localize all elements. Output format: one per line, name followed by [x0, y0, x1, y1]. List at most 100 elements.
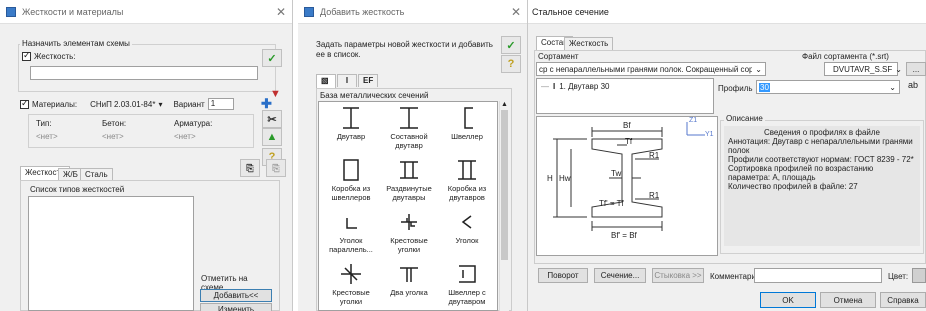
axis-z1: Z1	[689, 117, 698, 124]
stiffness-field[interactable]	[30, 66, 258, 80]
scissors-button[interactable]: ✂	[262, 110, 282, 128]
section-item-label: Раздвинутые двутавры	[386, 184, 432, 202]
help-button[interactable]: ?	[501, 55, 521, 73]
comment-field[interactable]	[754, 268, 882, 283]
tab-ef[interactable]: EF	[358, 74, 378, 87]
scroll-up-icon[interactable]: ▲	[500, 101, 509, 108]
list-label: Список типов жесткостей	[30, 185, 125, 194]
tree-item[interactable]: — I 1. Двутавр 30	[537, 79, 713, 94]
section-item[interactable]: Крестовые уголки	[381, 210, 437, 266]
section-grid: Двутавр Составной двутавр Швеллер Коробка и…	[318, 101, 498, 311]
sortament-select[interactable]: ср с непараллельными гранями полок. Сокр…	[536, 62, 766, 76]
dim-h: H	[547, 174, 553, 183]
angle-parallel-icon	[346, 218, 357, 229]
box-i-beams-icon	[458, 160, 476, 180]
variant-spin[interactable]: 1	[207, 98, 234, 110]
cross-angles-2-icon	[341, 264, 361, 284]
section-item-label: Швеллер	[451, 132, 483, 141]
stiffness-materials-window: Жесткости и материалы ✕ Назначить элемен…	[0, 0, 293, 311]
search-profile-icon[interactable]: ab	[908, 80, 918, 90]
title-bar: Стальное сечение	[528, 0, 926, 24]
rotate-button[interactable]: Поворот	[538, 268, 588, 283]
description-box: Сведения о профилях в файле Аннотация: Д…	[724, 126, 920, 246]
col-type: Тип:	[36, 119, 52, 128]
file-value: DVUTAVR_S.SF	[833, 64, 893, 74]
window-title: Добавить жесткость	[320, 6, 405, 17]
val-concrete: <нет>	[102, 132, 124, 141]
chevron-down-icon[interactable]: ▾	[158, 100, 162, 109]
channel-icon	[464, 107, 473, 129]
materials-checkbox[interactable]	[20, 98, 29, 109]
material-table-values: <нет> <нет> <нет>	[36, 132, 246, 141]
chevron-down-icon: ⌄	[889, 82, 896, 92]
section-button[interactable]: Сечение...	[594, 268, 646, 283]
two-angles-icon	[400, 267, 418, 282]
profile-label: Профиль	[718, 84, 753, 93]
paste-button[interactable]: ⎘	[266, 159, 286, 177]
tab-metal[interactable]: I	[337, 74, 357, 87]
section-item-label: Два уголка	[390, 288, 428, 297]
section-item[interactable]: Швеллер	[439, 106, 495, 162]
copy-button[interactable]: ⎘	[240, 159, 260, 177]
i-beam-icon: I	[553, 82, 556, 91]
add-button[interactable]: Добавить<<	[200, 289, 272, 302]
scroll-thumb[interactable]	[501, 110, 508, 260]
cross-angles-icon	[401, 214, 417, 230]
mark-on-scheme-button[interactable]: Отметить на схеме	[200, 274, 272, 292]
file-select[interactable]: DVUTAVR_S.SF ⌄	[824, 62, 902, 76]
section-item[interactable]: Швеллер с двутавром	[439, 262, 495, 311]
color-swatch[interactable]	[912, 268, 926, 283]
stiffness-list[interactable]	[28, 196, 194, 311]
section-item[interactable]: Составной двутавр	[381, 106, 437, 162]
section-item[interactable]: Раздвинутые двутавры	[381, 158, 437, 214]
file-label: Файл сортамента (*.srt)	[802, 52, 889, 61]
profile-select[interactable]: 30 ⌄	[756, 80, 900, 94]
cancel-button[interactable]: Отмена	[820, 292, 876, 308]
chevron-down-icon: ⌄	[755, 64, 762, 74]
app-icon	[304, 6, 314, 17]
dim-bf-eq: Bf' = Bf	[611, 231, 637, 240]
apply-check-button[interactable]: ✓	[501, 36, 521, 54]
section-item[interactable]: Два уголка	[381, 262, 437, 311]
dim-tf: Tf	[625, 137, 633, 146]
tab-stiffness[interactable]: Жесткость	[564, 37, 614, 50]
stiffness-checkbox[interactable]	[22, 50, 31, 61]
grid-scrollbar[interactable]: ▲	[499, 101, 509, 311]
help-button[interactable]: Справка	[880, 292, 926, 308]
change-button[interactable]: Изменить	[200, 303, 272, 311]
section-item-label: Крестовые уголки	[390, 236, 428, 254]
materials-row: Материалы: СНиП 2.03.01-84* ▾ Вариант 1	[20, 98, 234, 110]
tree-item-label: 1. Двутавр 30	[559, 82, 610, 91]
section-item[interactable]: Крестовые уголки	[323, 262, 379, 311]
close-icon[interactable]: ✕	[276, 5, 286, 19]
angle-icon	[461, 215, 472, 229]
materials-select[interactable]: СНиП 2.03.01-84*	[90, 100, 155, 109]
dim-tf-eq: Tf' = Tf	[599, 199, 624, 208]
val-type: <нет>	[36, 132, 58, 141]
stiffness-checkbox-row[interactable]: Жесткость:	[22, 50, 76, 61]
materials-label: Материалы:	[32, 99, 78, 109]
section-item-label: Составной двутавр	[390, 132, 428, 150]
apply-check-button[interactable]: ✓	[262, 49, 282, 67]
app-icon	[6, 6, 16, 17]
description-line: Аннотация: Двутавр с непараллельными гра…	[728, 137, 913, 155]
section-item[interactable]: Двутавр	[323, 106, 379, 162]
col-concrete: Бетон:	[102, 119, 127, 128]
close-icon[interactable]: ✕	[511, 5, 521, 19]
profile-tree[interactable]: — I 1. Двутавр 30	[536, 78, 714, 114]
col-rebar: Арматура:	[174, 119, 213, 128]
tab-materials[interactable]: ▧	[316, 74, 336, 88]
chevron-down-icon: ⌄	[895, 64, 902, 74]
pin-button[interactable]: ▲	[262, 128, 282, 146]
ok-button[interactable]: OK	[760, 292, 816, 308]
section-item[interactable]: Коробка из швеллеров	[323, 158, 379, 214]
add-stiffness-window: Добавить жесткость ✕ Задать параметры но…	[298, 0, 528, 311]
sortament-value: ср с непараллельными гранями полок. Сокр…	[539, 64, 753, 74]
section-item[interactable]: Уголок параллель...	[323, 210, 379, 266]
section-item-label: Швеллер с двутавром	[448, 288, 486, 306]
browse-button[interactable]: ...	[906, 62, 926, 76]
spread-i-beams-icon	[400, 161, 418, 179]
section-item[interactable]: Коробка из двутавров	[439, 158, 495, 214]
dock-button[interactable]: Стыковка >>	[652, 268, 704, 283]
section-item[interactable]: Уголок	[439, 210, 495, 266]
